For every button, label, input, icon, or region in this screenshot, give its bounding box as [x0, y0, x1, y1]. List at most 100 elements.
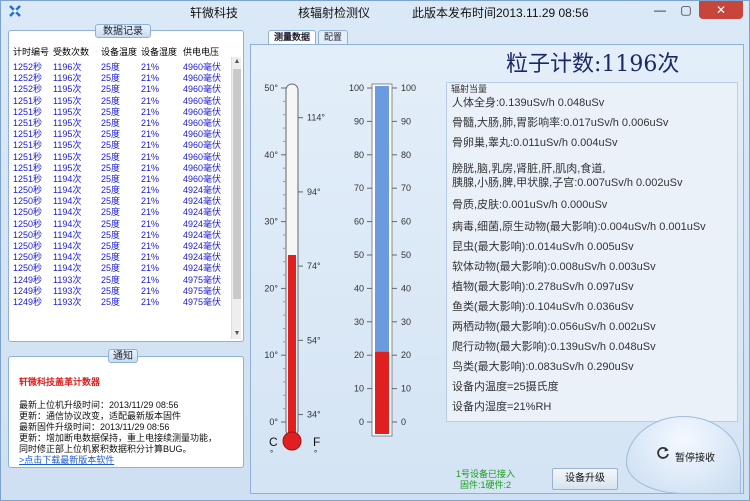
table-cell: 1194次: [53, 185, 82, 196]
table-cell: 1193次: [53, 274, 82, 285]
table-cell: 21%: [141, 162, 160, 173]
records-scrollbar[interactable]: ▲ ▼: [231, 57, 241, 339]
fahrenheit-label: F: [313, 435, 320, 449]
notice-headline: 轩微科技盖革计数器: [19, 377, 101, 387]
scroll-down-icon[interactable]: ▼: [232, 329, 242, 339]
table-row[interactable]: 1250秒 1194次 25度 21% 4924毫伏: [13, 230, 227, 241]
table-cell: 1251秒: [13, 117, 43, 128]
upgrade-button[interactable]: 设备升级: [552, 468, 618, 490]
scroll-thumb[interactable]: [233, 69, 241, 299]
table-cell: 25度: [101, 106, 121, 117]
table-row[interactable]: 1250秒 1194次 25度 21% 4924毫伏: [13, 241, 227, 252]
table-cell: 4924毫伏: [183, 252, 222, 263]
table-cell: 4975毫伏: [183, 296, 222, 307]
radiation-line: 爬行动物(最大影响):0.139uSv/h 0.048uSv: [452, 341, 656, 353]
table-row[interactable]: 1251秒 1194次 25度 21% 4960毫伏: [13, 174, 227, 185]
records-panel: 计时编号 受数次数 设备温度 设备湿度 供电电压 1252秒 1196次 25度 21…: [8, 30, 244, 342]
table-row[interactable]: 1251秒 1195次 25度 21% 4960毫伏: [13, 152, 227, 163]
notice-panel: 轩微科技盖革计数器 最新上位机升级时间：2013/11/29 08:56 更新：…: [8, 356, 244, 468]
radiation-line: 昆虫(最大影响):0.014uSv/h 0.005uSv: [452, 241, 634, 253]
table-cell: 4960毫伏: [183, 129, 222, 140]
table-cell: 1250秒: [13, 196, 43, 207]
humidity-tick-label-left: 20: [354, 350, 364, 360]
table-row[interactable]: 1249秒 1193次 25度 21% 4975毫伏: [13, 286, 227, 297]
table-cell: 21%: [141, 73, 160, 84]
table-cell: 4960毫伏: [183, 84, 222, 95]
device-status-line1: 1号设备已接入: [456, 469, 516, 479]
table-row[interactable]: 1252秒 1196次 25度 21% 4960毫伏: [13, 73, 227, 84]
table-cell: 21%: [141, 173, 160, 184]
table-row[interactable]: 1252秒 1196次 25度 21% 4960毫伏: [13, 62, 227, 73]
minimize-button[interactable]: —: [647, 1, 673, 19]
table-cell: 21%: [141, 106, 160, 117]
table-cell: 25度: [101, 185, 121, 196]
table-cell: 1251秒: [13, 129, 43, 140]
table-cell: 21%: [141, 117, 160, 128]
table-cell: 25度: [101, 129, 121, 140]
table-cell: 21%: [141, 218, 160, 229]
table-row[interactable]: 1250秒 1194次 25度 21% 4924毫伏: [13, 219, 227, 230]
table-cell: 1195次: [53, 95, 82, 106]
table-row[interactable]: 1250秒 1194次 25度 21% 4924毫伏: [13, 263, 227, 274]
table-cell: 1194次: [53, 229, 82, 240]
fahrenheit-tick-label: 34°: [307, 410, 321, 420]
scroll-up-icon[interactable]: ▲: [232, 57, 242, 67]
table-row[interactable]: 1250秒 1194次 25度 21% 4924毫伏: [13, 196, 227, 207]
records-header: 计时编号 受数次数 设备温度 设备湿度 供电电压: [13, 45, 227, 59]
table-row[interactable]: 1251秒 1195次 25度 21% 4960毫伏: [13, 129, 227, 140]
table-cell: 25度: [101, 117, 121, 128]
table-cell: 1194次: [53, 173, 82, 184]
close-button[interactable]: ✕: [699, 1, 743, 19]
table-cell: 1249秒: [13, 274, 43, 285]
tab-config[interactable]: 配置: [318, 30, 349, 44]
col-header-humidity: 设备湿度: [141, 47, 178, 57]
humidity-level: [375, 351, 389, 434]
table-row[interactable]: 1251秒 1195次 25度 21% 4960毫伏: [13, 96, 227, 107]
download-link[interactable]: >点击下载最新版本软件: [19, 455, 239, 466]
table-cell: 1195次: [53, 129, 82, 140]
radiation-line: 病毒,细菌,原生动物(最大影响):0.004uSv/h 0.001uSv: [452, 221, 706, 233]
table-cell: 1250秒: [13, 241, 43, 251]
table-cell: 1252秒: [13, 84, 43, 95]
table-row[interactable]: 1251秒 1195次 25度 21% 4960毫伏: [13, 163, 227, 174]
tab-measurement[interactable]: 测量数据: [268, 30, 317, 44]
table-cell: 25度: [101, 140, 121, 151]
table-cell: 1250秒: [13, 263, 43, 274]
table-cell: 1251秒: [13, 140, 43, 151]
device-status: 1号设备已接入 固件:1硬件:2: [456, 469, 515, 491]
table-row[interactable]: 1252秒 1195次 25度 21% 4960毫伏: [13, 84, 227, 95]
table-row[interactable]: 1251秒 1195次 25度 21% 4960毫伏: [13, 118, 227, 129]
table-cell: 21%: [141, 274, 160, 285]
radiation-line: 鱼类(最大影响):0.104uSv/h 0.036uSv: [452, 301, 634, 313]
table-row[interactable]: 1250秒 1194次 25度 21% 4924毫伏: [13, 252, 227, 263]
table-row[interactable]: 1249秒 1193次 25度 21% 4975毫伏: [13, 297, 227, 308]
radiation-line: 软体动物(最大影响):0.008uSv/h 0.003uSv: [452, 261, 656, 273]
humidity-tick-label-right: 30: [401, 317, 411, 327]
celsius-label: C: [269, 435, 278, 449]
table-row[interactable]: 1250秒 1194次 25度 21% 4924毫伏: [13, 185, 227, 196]
table-row[interactable]: 1251秒 1195次 25度 21% 4960毫伏: [13, 107, 227, 118]
celsius-tick-label: 20°: [264, 283, 278, 293]
notice-line: 最新上位机升级时间：2013/11/29 08:56: [19, 400, 179, 410]
app-name: 轩微科技: [190, 6, 239, 20]
pause-receive-label[interactable]: 暂停接收: [675, 449, 715, 464]
table-row[interactable]: 1250秒 1194次 25度 21% 4924毫伏: [13, 207, 227, 218]
thermometer-mercury: [288, 255, 296, 436]
celsius-tick-label: 40°: [264, 150, 278, 160]
table-row[interactable]: 1251秒 1195次 25度 21% 4960毫伏: [13, 140, 227, 151]
maximize-button[interactable]: ▢: [673, 1, 699, 19]
humidity-tick-label-left: 50: [354, 250, 364, 260]
table-row[interactable]: 1249秒 1193次 25度 21% 4975毫伏: [13, 275, 227, 286]
table-cell: 1249秒: [13, 285, 43, 296]
table-cell: 25度: [101, 285, 121, 296]
humidity-tick-label-left: 0: [359, 417, 364, 427]
table-cell: 1251秒: [13, 106, 43, 117]
thermometer-bulb: [282, 431, 302, 451]
radiation-line: 骨髓,大肠,肺,胃影响率:0.017uSv/h 0.006uSv: [452, 117, 669, 129]
table-cell: 25度: [101, 241, 121, 251]
particle-count: 粒子计数:1196次: [506, 52, 680, 77]
table-cell: 4924毫伏: [183, 229, 222, 240]
table-cell: 1251秒: [13, 95, 43, 106]
humidity-tick-label-right: 10: [401, 384, 411, 394]
table-cell: 21%: [141, 151, 160, 162]
